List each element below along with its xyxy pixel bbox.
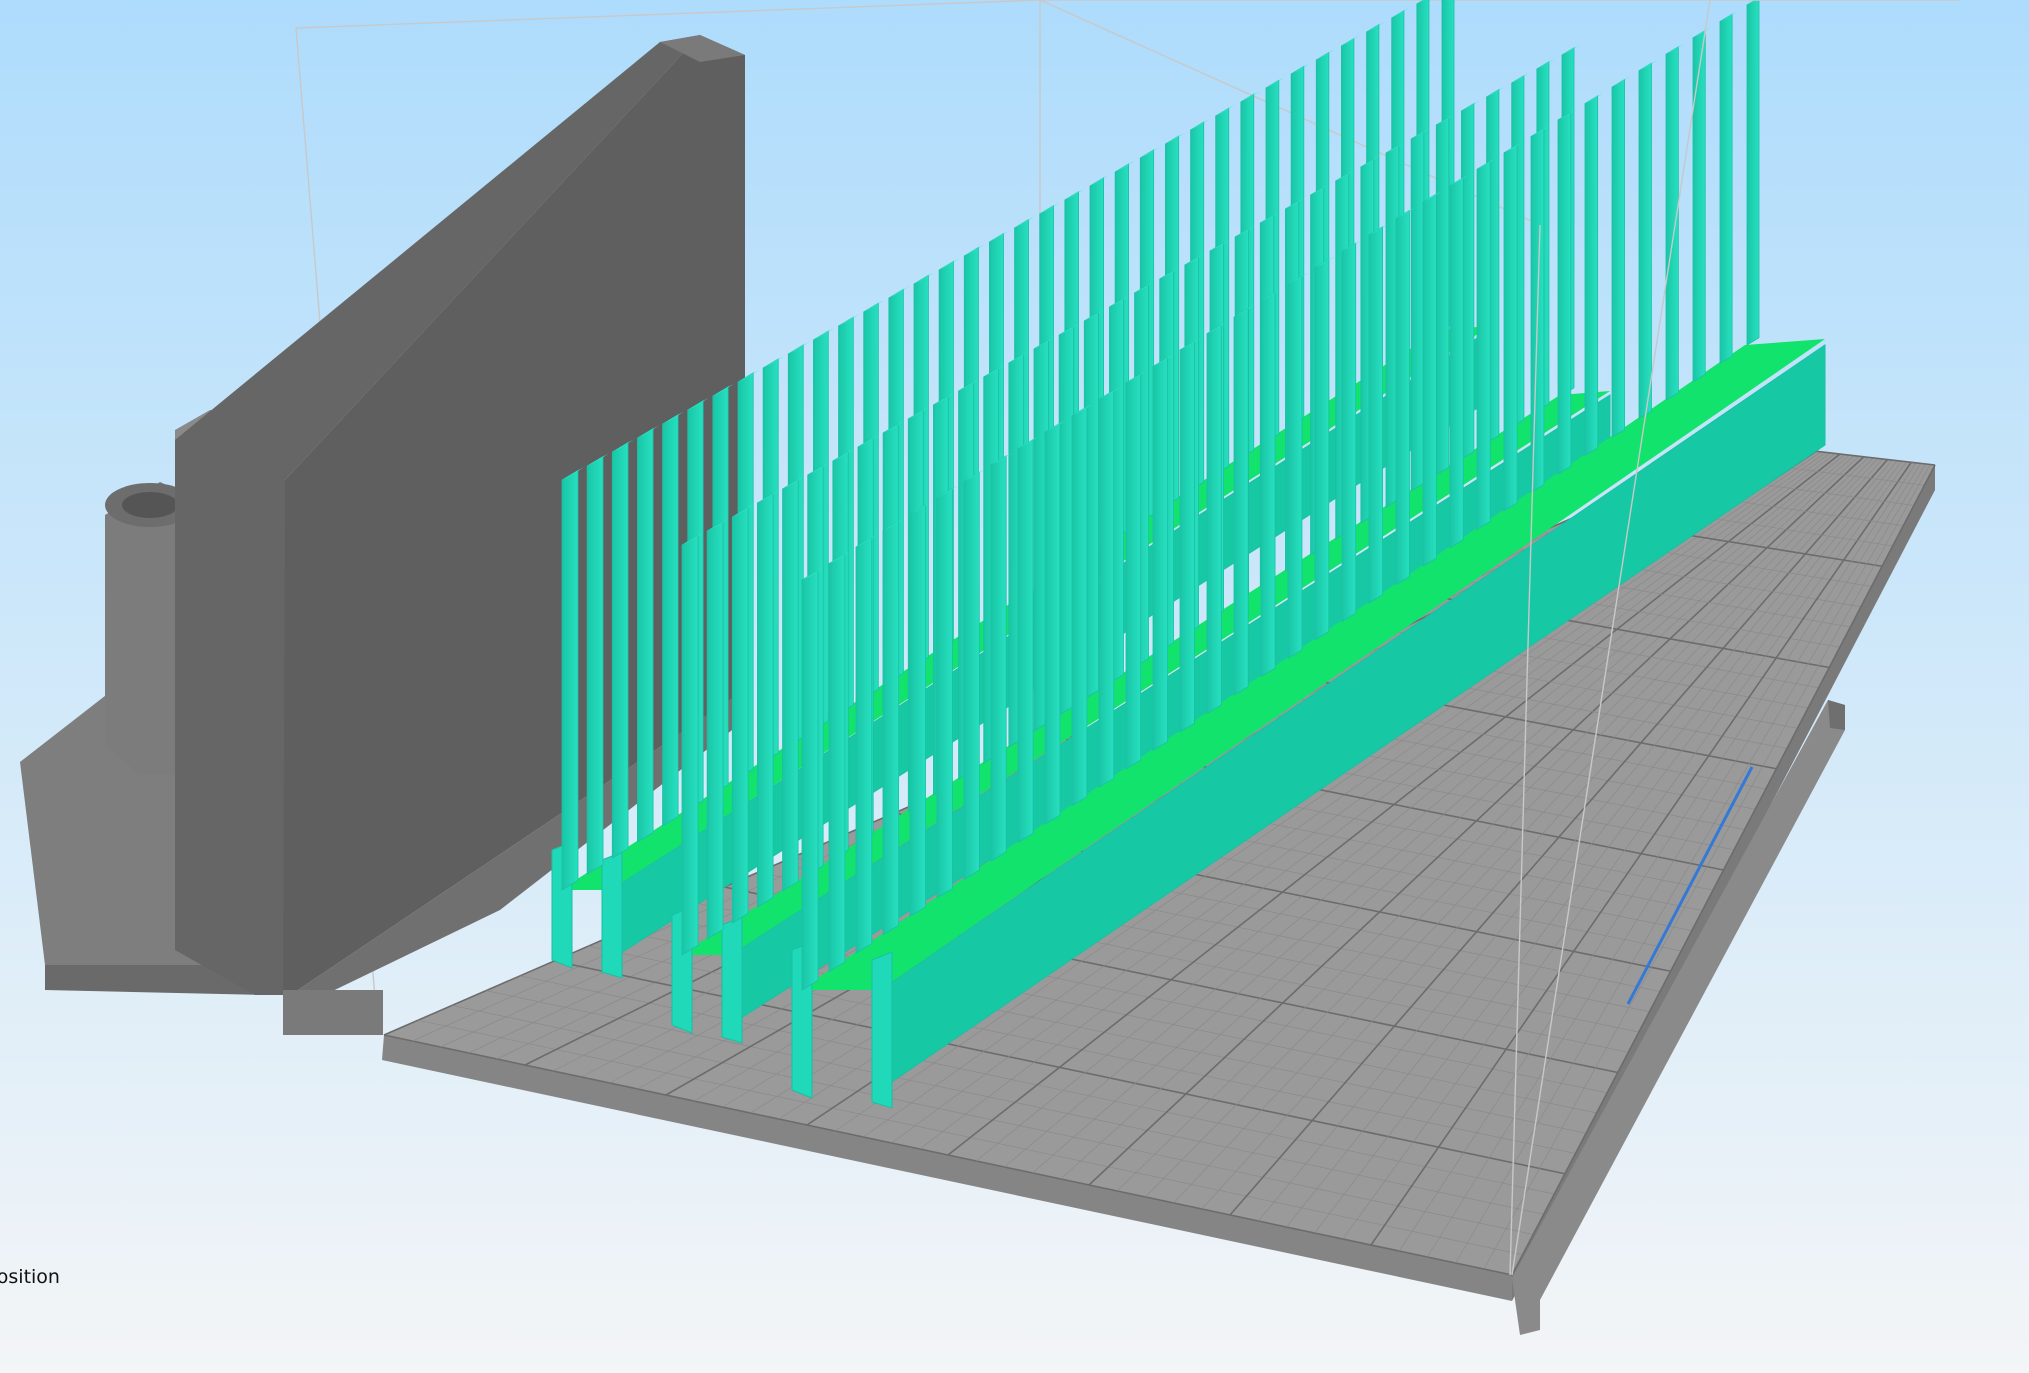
heatsink-fin [1435, 116, 1450, 476]
heatsink-fin [662, 413, 679, 827]
heatsink-fin [782, 478, 799, 892]
heatsink-fin [801, 569, 819, 991]
position-readout: Position 0 0 [0, 1264, 126, 1373]
position-value-1: 0 [0, 1290, 126, 1316]
frame-post-hole-inner [122, 492, 178, 518]
heatsink-end-leg [601, 851, 623, 979]
heatsink-fin [909, 504, 926, 917]
heatsink-fin [1476, 160, 1491, 530]
heatsink-fin [1179, 340, 1195, 733]
heatsink-fin [1233, 307, 1249, 696]
heatsink-fin [828, 553, 846, 973]
heatsink-fin [1584, 95, 1599, 457]
heatsink-fin [963, 471, 980, 881]
heatsink-fin [990, 455, 1007, 862]
position-label: Position [0, 1266, 60, 1288]
heatsink-fin [1341, 242, 1357, 623]
bed-rail-end [1828, 700, 1845, 730]
heatsink-end-leg [871, 951, 893, 1109]
frame-foot-block [283, 990, 383, 1035]
heatsink-fin [1206, 324, 1222, 715]
heatsink-fin [1044, 422, 1061, 825]
heatsink-fin [1058, 325, 1074, 716]
heatsink-fin [1665, 46, 1679, 401]
heatsink-fin [1557, 111, 1572, 475]
heatsink-fin [611, 441, 629, 859]
heatsink-fin [1503, 144, 1518, 512]
heatsink-fin [936, 487, 953, 899]
heatsink-fin [1638, 62, 1652, 420]
heatsink-fin [731, 506, 749, 924]
heatsink-end-leg [721, 916, 743, 1044]
heatsink-fin [706, 520, 724, 940]
heatsink-fin [1071, 406, 1088, 807]
position-value-2: 0 [0, 1316, 126, 1342]
heatsink-fin [1125, 373, 1142, 770]
heatsink-fin [1410, 130, 1425, 492]
heatsink-fin [681, 534, 699, 956]
heatsink-fin [1746, 0, 1760, 346]
heatsink-fin [1395, 209, 1410, 586]
heatsink-fin [1692, 29, 1706, 383]
3d-viewport[interactable] [0, 0, 2029, 1373]
heatsink-fin [1314, 258, 1330, 641]
heatsink-fin [561, 469, 579, 891]
heatsink-fin [1017, 438, 1034, 844]
heatsink-fin [637, 427, 654, 843]
heatsink-fin [1449, 177, 1464, 549]
heatsink-fin [1719, 13, 1733, 365]
heatsink-fin [1260, 291, 1276, 678]
heatsink-fin [1422, 193, 1437, 567]
heatsink-fin [1152, 357, 1168, 752]
scene-canvas[interactable] [0, 0, 2029, 1373]
heatsink-fin [586, 455, 604, 875]
heatsink-fin [757, 492, 774, 908]
heatsink-fin [1098, 389, 1115, 788]
heatsink-fin [1611, 78, 1625, 438]
heatsink-fin [855, 536, 873, 954]
heatsink-fin [1287, 275, 1303, 659]
heatsink-fin [1368, 226, 1383, 604]
heatsink-fin [882, 520, 900, 936]
